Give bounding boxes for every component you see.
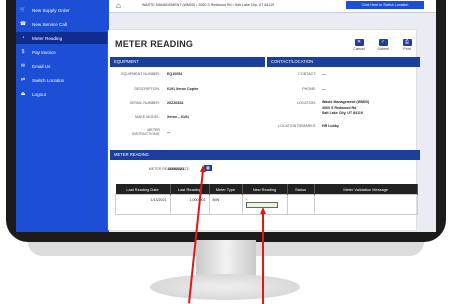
description-label: DESCRIPTION:: [134, 87, 160, 91]
print-button[interactable]: ⎙ Print: [396, 39, 418, 51]
location-remarks-value: HR Lobby: [322, 124, 339, 128]
cancel-icon: ✕: [354, 39, 364, 46]
serial-number-label: SERIAL NUMBER:: [129, 101, 160, 105]
location-remarks-label: LOCATION REMARKS:: [278, 124, 316, 128]
location-address: WASTE MANAGEMENT (WM00) • 3060 S Redwood…: [142, 3, 275, 7]
submit-icon: ✓: [378, 39, 388, 46]
column-header: New Reading: [242, 184, 288, 195]
make-model-value: Xerox – 6191: [167, 115, 189, 119]
column-header: Meter Validation Message: [314, 184, 418, 195]
sidebar-item-email-us[interactable]: ✉ Email Us: [16, 60, 109, 72]
validation-message-cell: [313, 194, 418, 215]
sidebar-item-label: Pay Invoice: [32, 49, 56, 55]
column-header: Last Reading: [170, 184, 210, 195]
column-header: Status: [287, 184, 315, 195]
meter-icon: ◔: [21, 35, 25, 41]
arrow-head-date: [200, 165, 206, 172]
home-icon[interactable]: ⌂: [116, 1, 121, 10]
sidebar-item-label: Meter Reading: [32, 35, 63, 41]
money-icon: $: [21, 49, 25, 55]
monitor-stand-foot: [150, 274, 300, 300]
contact-label: CONTACT:: [298, 72, 316, 76]
sidebar-item-meter-reading[interactable]: ◔ Meter Reading: [16, 32, 109, 44]
sidebar-item-label: Logout: [32, 91, 47, 97]
location-value: Waste Management (WM00) 3060 S Redwood R…: [322, 100, 370, 115]
required-marker: *: [245, 197, 248, 202]
sidebar-item-new-service-call[interactable]: ☎ New Service Call: [16, 18, 109, 30]
serial-number-value: 20ZZ6334: [167, 101, 184, 105]
meter-table: Last Reading Date Last Reading Meter Typ…: [115, 184, 418, 215]
cancel-button[interactable]: ✕ Cancel: [348, 39, 370, 51]
contact-value: —: [322, 72, 326, 76]
sidebar-item-pay-invoice[interactable]: $ Pay Invoice: [16, 46, 109, 58]
phone-label: PHONE:: [302, 87, 316, 91]
description-value: 6191 Xerox Copier: [167, 87, 199, 91]
location-label: LOCATION:: [296, 101, 316, 105]
sidebar-item-switch-location[interactable]: ⇄ Switch Location: [16, 74, 109, 86]
logout-icon: ⏏: [20, 91, 26, 97]
equipment-number-label: EQUIPMENT NUMBER:: [121, 72, 160, 76]
switch-location-button[interactable]: Click Here to Switch Location: [346, 1, 424, 9]
sidebar-item-new-supply-order[interactable]: 🛒 New Supply Order: [16, 4, 109, 16]
last-reading-cell: 1,000,001: [169, 194, 210, 215]
sidebar-item-logout[interactable]: ⏏ Logout: [16, 88, 109, 100]
column-header: Meter Type: [209, 184, 243, 195]
sidebar: 🛒 New Supply Order ☎ New Service Call ◔ …: [16, 0, 109, 232]
print-icon: ⎙: [402, 39, 412, 46]
meter-reading-date-value: 2/23/2021: [168, 167, 184, 171]
mail-icon: ✉: [20, 63, 26, 69]
phone-icon: ☎: [19, 21, 27, 27]
submit-button[interactable]: ✓ Submit: [372, 39, 394, 51]
swap-icon: ⇄: [20, 77, 26, 83]
status-cell: [286, 194, 315, 215]
sidebar-item-label: Email Us: [32, 63, 51, 69]
table-row: 1/13/2021 1,000,001 B/W *: [115, 194, 418, 215]
meter-instructions-value: —: [167, 130, 171, 134]
meter-instructions-label: METER INSTRUCTIONS:: [132, 128, 160, 136]
equipment-number-value: EQ10054: [167, 72, 183, 76]
arrow-to-new-reading: [262, 213, 264, 304]
sidebar-item-label: Switch Location: [32, 77, 65, 83]
sidebar-item-label: New Service Call: [32, 21, 67, 27]
arrow-head-new-reading: [260, 207, 266, 214]
last-reading-date-cell: 1/13/2021: [115, 194, 171, 215]
equipment-section-header: EQUIPMENT: [110, 57, 265, 67]
cart-icon: 🛒: [19, 7, 27, 13]
column-header: Last Reading Date: [115, 184, 171, 195]
phone-value: —: [322, 87, 326, 91]
meter-reading-section-header: METER READING: [110, 150, 420, 160]
sidebar-item-label: New Supply Order: [32, 7, 70, 13]
page-title: METER READING: [115, 39, 194, 49]
make-model-label: MAKE MODEL:: [135, 115, 160, 119]
contact-section-header: CONTACT/LOCATION: [267, 57, 420, 67]
meter-type-cell: B/W: [208, 194, 243, 215]
